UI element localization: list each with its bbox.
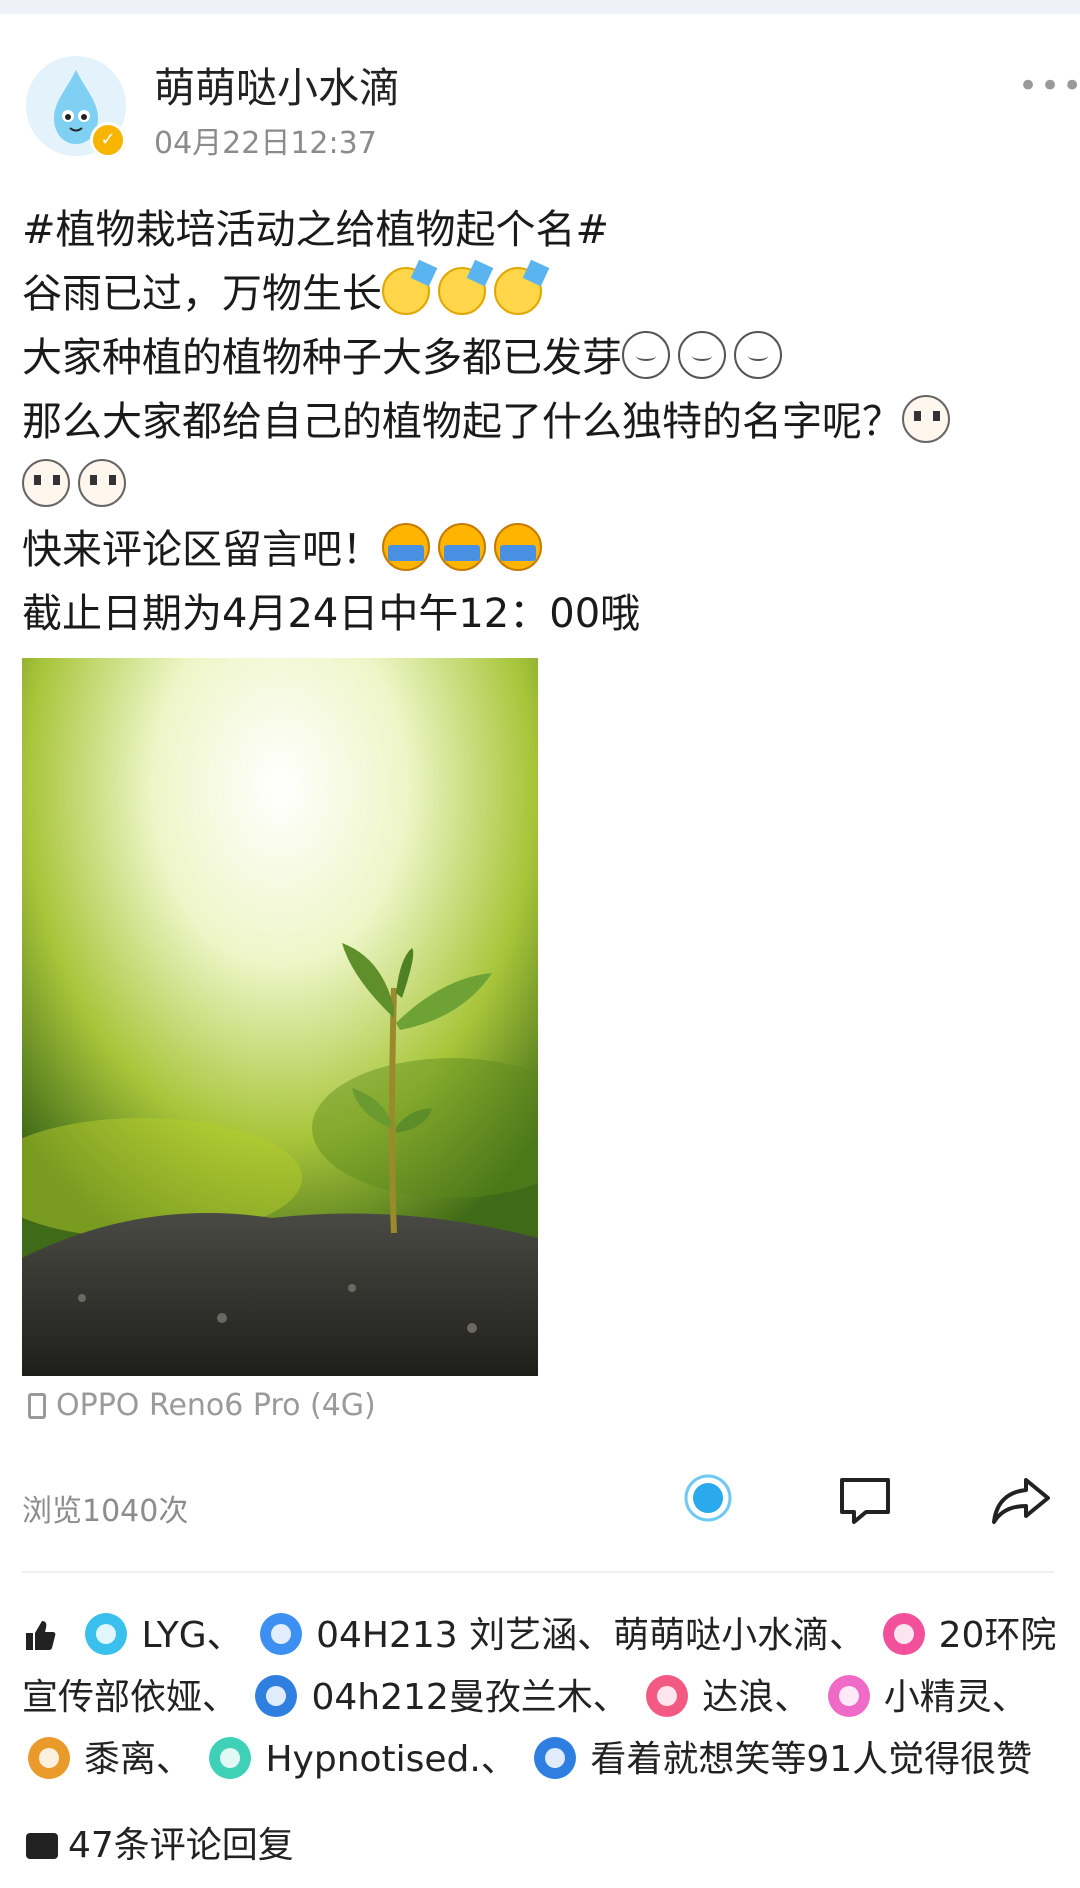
comment-bubble-icon (26, 1825, 58, 1859)
thinking-face-icon (902, 395, 950, 443)
liker-name[interactable]: 04h212曼孜兰木、 (311, 1677, 628, 1718)
comment-button[interactable] (836, 1474, 894, 1526)
butterfly-badge-icon[interactable] (646, 1675, 689, 1717)
divider (22, 1571, 1054, 1573)
comment-icon (840, 1478, 890, 1524)
liker-name[interactable]: Hypnotised.、 (265, 1739, 516, 1780)
star-badge-icon[interactable] (882, 1613, 925, 1655)
more-options-icon[interactable]: ••• (1018, 66, 1080, 106)
crying-laughing-icon (382, 523, 430, 571)
comments-link[interactable]: 47条评论回复 (26, 1816, 294, 1868)
verified-badge-icon: ✓ (90, 122, 126, 158)
phone-icon (28, 1393, 46, 1419)
post-line-6: 截止日期为4月24日中午12：00哦 (22, 591, 641, 637)
post-line-4-cont (22, 454, 1052, 518)
likes-row: 黍离、 Hypnotised.、 看着就想笑等91人觉得很赞 (22, 1729, 1062, 1791)
like-button[interactable] (684, 1474, 732, 1522)
arrow-badge-icon[interactable] (534, 1737, 577, 1779)
like-badge-icon (684, 1474, 732, 1522)
thinking-face-icon (78, 459, 126, 507)
post-line-5: 快来评论区留言吧！ (22, 518, 1052, 582)
thumbs-up-icon (26, 1621, 56, 1650)
post-line-2: 谷雨已过，万物生长 (22, 262, 1052, 326)
thinking-face-icon (22, 459, 70, 507)
party-face-icon (494, 267, 542, 315)
arrow-badge-icon[interactable] (255, 1675, 298, 1717)
top-edge (0, 0, 1080, 14)
party-face-icon (438, 267, 486, 315)
party-face-icon (382, 267, 430, 315)
user-badge-icon[interactable] (85, 1613, 128, 1655)
post-content: #植物栽培活动之给植物起个名# 谷雨已过，万物生长 大家种植的植物种子大多都已发… (22, 198, 1052, 646)
flower-badge-icon[interactable] (827, 1675, 870, 1717)
liker-name[interactable]: LYG、 (141, 1615, 242, 1656)
likes-row: 宣传部依娅、 04h212曼孜兰木、 达浪、 小精灵、 (22, 1667, 1062, 1729)
device-info: OPPO Reno6 Pro (4G) (28, 1388, 376, 1423)
likes-summary[interactable]: 看着就想笑等91人觉得很赞 (590, 1739, 1032, 1780)
crying-laughing-icon (494, 523, 542, 571)
liker-name[interactable]: 达浪、 (702, 1677, 810, 1718)
post-image-seedling[interactable] (22, 658, 538, 1376)
share-button[interactable] (990, 1474, 1054, 1526)
share-icon (992, 1478, 1050, 1524)
likes-row: LYG、 04H213 刘艺涵、萌萌哒小水滴、 20环院 (22, 1605, 1062, 1667)
post-line-3: 大家种植的植物种子大多都已发芽 (22, 326, 1052, 390)
sweat-face-icon (622, 331, 670, 379)
author-name[interactable]: 萌萌哒小水滴 (154, 54, 400, 114)
crying-laughing-icon (438, 523, 486, 571)
sweat-face-icon (678, 331, 726, 379)
view-count: 浏览1040次 (22, 1494, 189, 1529)
liker-name[interactable]: 小精灵、 (884, 1677, 1028, 1718)
liker-name[interactable]: 宣传部依娅、 (22, 1677, 238, 1718)
post-time: 04月22日12:37 (154, 126, 377, 161)
liker-name[interactable]: 04H213 刘艺涵、萌萌哒小水滴、 (316, 1615, 865, 1656)
leaf-badge-icon[interactable] (209, 1737, 252, 1779)
post-hashtag-line[interactable]: #植物栽培活动之给植物起个名# (22, 198, 1052, 262)
sweat-face-icon (734, 331, 782, 379)
post-line-4: 那么大家都给自己的植物起了什么独特的名字呢？ (22, 390, 1052, 454)
liker-name[interactable]: 20环院 (939, 1615, 1057, 1656)
liked-by-list: LYG、 04H213 刘艺涵、萌萌哒小水滴、 20环院 宣传部依娅、 04h2… (22, 1605, 1062, 1791)
liker-name[interactable]: 黍离、 (84, 1739, 192, 1780)
cat-badge-icon[interactable] (28, 1737, 70, 1779)
user-badge-icon[interactable] (260, 1613, 303, 1655)
